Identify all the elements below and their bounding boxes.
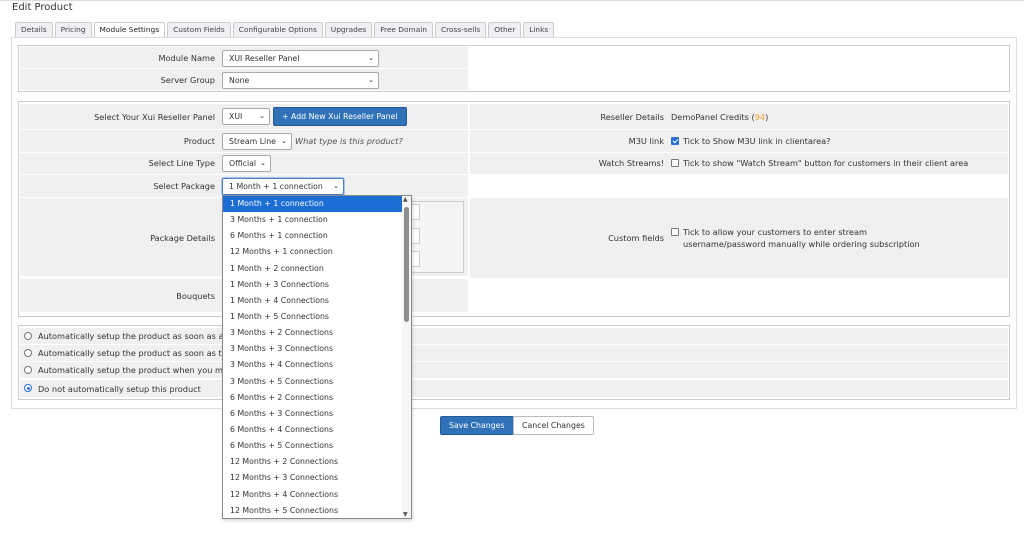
line-type-value: Official xyxy=(229,159,257,168)
autosetup-label-3: Automatically setup the product when you… xyxy=(38,365,232,375)
bouquets-label: Bouquets xyxy=(176,291,215,301)
tab-configurable-options[interactable]: Configurable Options xyxy=(232,22,323,37)
watch-checkbox[interactable] xyxy=(671,159,679,167)
chevron-down-icon: ⌄ xyxy=(368,54,374,62)
m3u-checkbox[interactable] xyxy=(671,137,679,145)
line-type-select[interactable]: Official ⌄ xyxy=(222,155,271,172)
product-select[interactable]: Stream Line ⌄ xyxy=(222,133,292,150)
chevron-down-icon: ⌄ xyxy=(368,76,374,84)
custom-fields-text-2: username/password manually while orderin… xyxy=(683,239,920,249)
m3u-text: Tick to Show M3U link in clientarea? xyxy=(683,136,831,146)
module-name-value: XUI Reseller Panel xyxy=(229,54,300,63)
scroll-up-icon[interactable]: ▲ xyxy=(403,196,408,203)
package-option[interactable]: 3 Months + 2 Connections xyxy=(223,325,411,341)
tab-module-settings[interactable]: Module Settings xyxy=(93,22,166,38)
package-option[interactable]: 6 Months + 4 Connections xyxy=(223,422,411,438)
package-label: Select Package xyxy=(153,181,215,191)
product-hint: What type is this product? xyxy=(295,136,403,146)
autosetup-label-2: Automatically setup the product as soon … xyxy=(38,348,232,358)
package-option[interactable]: 12 Months + 3 Connections xyxy=(223,470,411,486)
package-option[interactable]: 1 Month + 2 connection xyxy=(223,261,411,277)
package-option[interactable]: 12 Months + 4 Connections xyxy=(223,487,411,503)
reseller-credits: 94 xyxy=(754,112,766,122)
product-value: Stream Line xyxy=(229,137,276,146)
package-dropdown-list[interactable]: 1 Month + 1 connection 3 Months + 1 conne… xyxy=(222,195,412,519)
chevron-down-icon: ⌄ xyxy=(281,137,287,145)
scroll-down-icon[interactable]: ▼ xyxy=(403,511,408,518)
chevron-down-icon: ⌄ xyxy=(260,159,266,167)
module-name-select[interactable]: XUI Reseller Panel ⌄ xyxy=(222,50,379,67)
panel-label: Select Your Xui Reseller Panel xyxy=(94,112,215,122)
package-option[interactable]: 1 Month + 3 Connections xyxy=(223,277,411,293)
autosetup-label-4: Do not automatically setup this product xyxy=(38,384,201,394)
server-group-value: None xyxy=(229,76,250,85)
package-option[interactable]: 12 Months + 2 Connections xyxy=(223,454,411,470)
custom-fields-checkbox[interactable] xyxy=(671,228,679,236)
add-panel-button[interactable]: + Add New Xui Reseller Panel xyxy=(273,107,407,126)
package-option[interactable]: 12 Months + 5 Connections xyxy=(223,503,411,518)
autosetup-radio-4[interactable] xyxy=(24,384,32,392)
autosetup-label-1: Automatically setup the product as soon … xyxy=(38,331,229,341)
package-option[interactable]: 6 Months + 3 Connections xyxy=(223,406,411,422)
top-divider xyxy=(0,0,1024,1)
reseller-details-suffix: ) xyxy=(765,112,769,122)
package-details-label: Package Details xyxy=(150,233,215,243)
autosetup-radio-2[interactable] xyxy=(24,349,32,357)
package-value: 1 Month + 1 connection xyxy=(229,182,323,191)
custom-fields-row xyxy=(470,198,1008,278)
module-name-label: Module Name xyxy=(158,53,215,63)
tab-upgrades[interactable]: Upgrades xyxy=(324,22,373,37)
panel-value: XUI xyxy=(229,112,243,121)
m3u-label: M3U link xyxy=(628,136,664,146)
package-option[interactable]: 6 Months + 5 Connections xyxy=(223,438,411,454)
package-options: 1 Month + 1 connection 3 Months + 1 conne… xyxy=(223,196,411,518)
server-group-label: Server Group xyxy=(160,75,215,85)
dropdown-scrollbar[interactable]: ▲ ▼ xyxy=(402,196,411,518)
watch-text: Tick to show "Watch Stream" button for c… xyxy=(683,158,969,168)
reseller-details-label: Reseller Details xyxy=(600,112,664,122)
package-option[interactable]: 12 Months + 1 connection xyxy=(223,244,411,260)
autosetup-radio-3[interactable] xyxy=(24,366,32,374)
panel-select[interactable]: XUI ⌄ xyxy=(222,108,270,125)
page-title: Edit Product xyxy=(12,2,73,13)
custom-fields-text-1: Tick to allow your customers to enter st… xyxy=(683,227,867,237)
tab-links[interactable]: Links xyxy=(523,22,555,37)
tab-details[interactable]: Details xyxy=(15,22,53,37)
package-option[interactable]: 3 Months + 4 Connections xyxy=(223,357,411,373)
package-option[interactable]: 3 Months + 3 Connections xyxy=(223,341,411,357)
product-label: Product xyxy=(183,136,215,146)
package-option[interactable]: 1 Month + 5 Connections xyxy=(223,309,411,325)
server-group-select[interactable]: None ⌄ xyxy=(222,72,379,89)
line-type-label: Select Line Type xyxy=(148,158,215,168)
package-select[interactable]: 1 Month + 1 connection ⌄ xyxy=(222,178,344,195)
tab-bar: Details Pricing Module Settings Custom F… xyxy=(15,22,555,38)
chevron-down-icon: ⌄ xyxy=(333,182,339,190)
tab-pricing[interactable]: Pricing xyxy=(54,22,92,37)
package-option[interactable]: 3 Months + 5 Connections xyxy=(223,374,411,390)
reseller-details-prefix: DemoPanel Credits ( xyxy=(671,112,755,122)
tab-cross-sells[interactable]: Cross-sells xyxy=(434,22,487,37)
package-option[interactable]: 6 Months + 2 Connections xyxy=(223,390,411,406)
tab-free-domain[interactable]: Free Domain xyxy=(374,22,433,37)
reseller-details-text: DemoPanel Credits (94) xyxy=(671,112,768,123)
chevron-down-icon: ⌄ xyxy=(259,112,265,120)
package-option[interactable]: 1 Month + 4 Connections xyxy=(223,293,411,309)
autosetup-radio-1[interactable] xyxy=(24,332,32,340)
package-option[interactable]: 1 Month + 1 connection xyxy=(223,196,411,213)
scrollbar-thumb[interactable] xyxy=(404,207,409,322)
watch-label: Watch Streams! xyxy=(598,158,664,168)
package-option[interactable]: 3 Months + 1 connection xyxy=(223,212,411,228)
package-option[interactable]: 6 Months + 1 connection xyxy=(223,228,411,244)
tab-custom-fields[interactable]: Custom Fields xyxy=(167,22,231,37)
tab-other[interactable]: Other xyxy=(488,22,522,37)
custom-fields-label: Custom fields xyxy=(608,233,664,243)
save-changes-button[interactable]: Save Changes xyxy=(440,416,514,435)
cancel-changes-button[interactable]: Cancel Changes xyxy=(513,416,594,435)
